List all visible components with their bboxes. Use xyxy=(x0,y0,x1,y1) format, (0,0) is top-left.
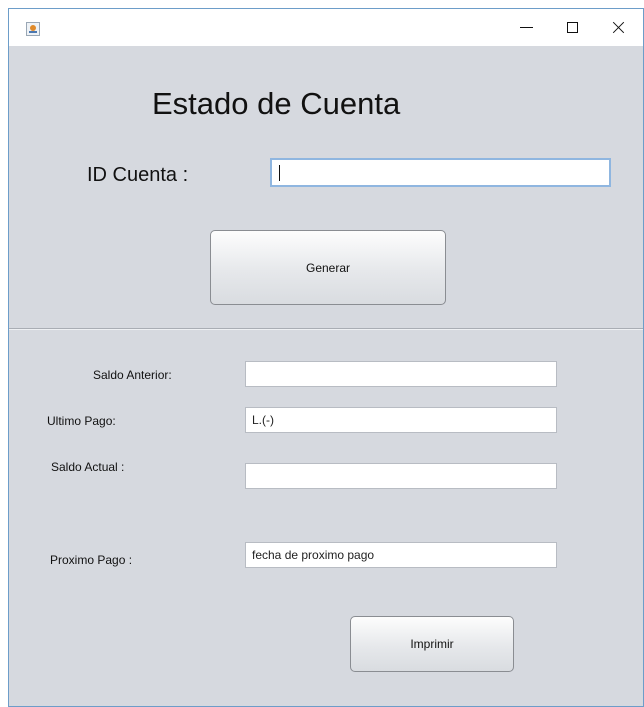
generate-button[interactable]: Generar xyxy=(210,230,446,305)
account-id-input[interactable] xyxy=(270,158,611,187)
current-balance-field[interactable] xyxy=(245,463,557,489)
last-payment-label: Ultimo Pago: xyxy=(47,414,116,428)
account-id-label: ID Cuenta : xyxy=(87,164,189,186)
previous-balance-field[interactable] xyxy=(245,361,557,387)
java-app-icon xyxy=(26,22,40,36)
page-title: Estado de Cuenta xyxy=(152,86,401,121)
text-caret xyxy=(279,165,280,181)
last-payment-field[interactable] xyxy=(245,407,557,433)
minimize-icon[interactable] xyxy=(503,9,549,46)
current-balance-label: Saldo Actual : xyxy=(51,460,125,474)
title-bar[interactable] xyxy=(9,9,643,46)
next-payment-label: Proximo Pago : xyxy=(50,553,133,567)
previous-balance-label: Saldo Anterior: xyxy=(93,368,172,382)
next-payment-field[interactable] xyxy=(245,542,557,568)
maximize-icon[interactable] xyxy=(549,9,595,46)
app-window: Estado de Cuenta ID Cuenta : Generar Sal… xyxy=(8,8,644,707)
close-icon[interactable] xyxy=(595,9,641,46)
print-button[interactable]: Imprimir xyxy=(350,616,514,672)
section-separator xyxy=(9,328,643,330)
